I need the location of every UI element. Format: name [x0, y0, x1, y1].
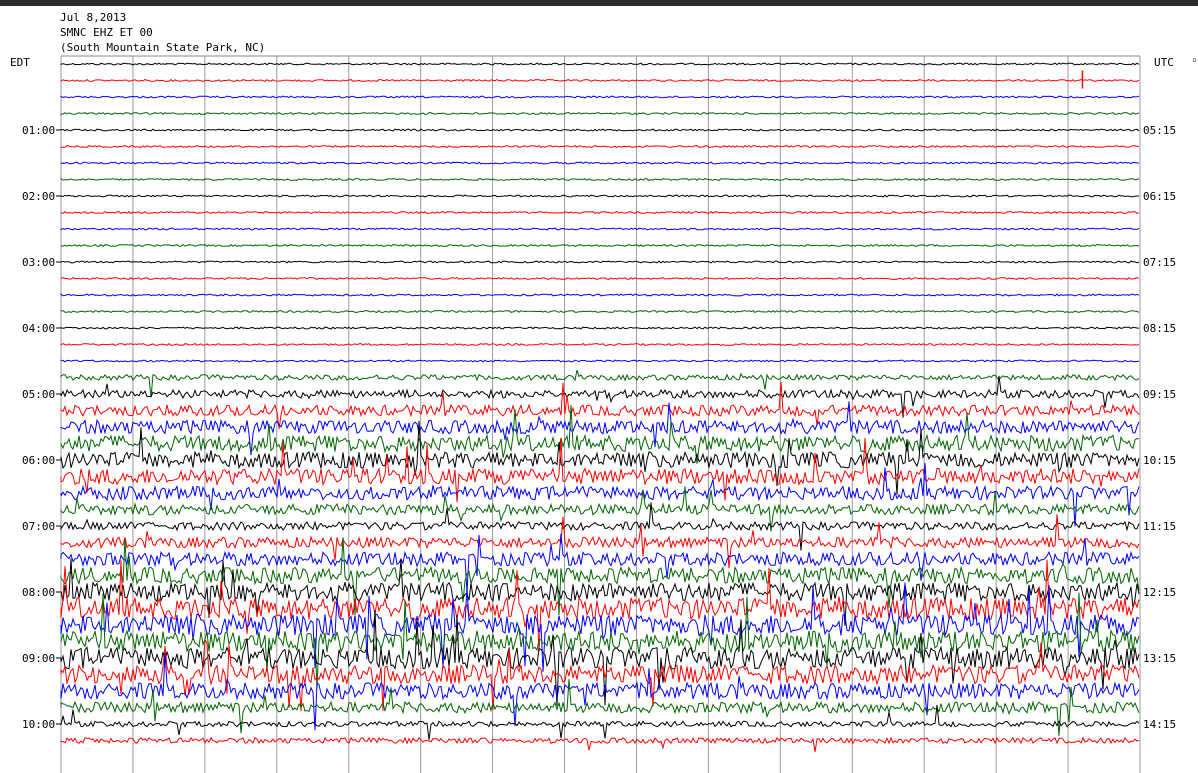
- trace-row: [60, 293, 1140, 297]
- left-tick-label: 05:00: [22, 388, 55, 401]
- trace-row: [60, 309, 1140, 314]
- trace-row: [60, 260, 1140, 264]
- right-tick-label: 12:15: [1143, 586, 1176, 599]
- right-tick-label: 08:15: [1143, 322, 1176, 335]
- right-tick-label: 09:15: [1143, 388, 1176, 401]
- left-axis-title: EDT: [10, 56, 30, 69]
- right-edge-marker: ▫: [1192, 55, 1197, 64]
- trace-row: [60, 78, 1140, 83]
- right-tick-label: 06:15: [1143, 190, 1176, 203]
- trace-row: [60, 111, 1140, 116]
- seismic-traces: [60, 62, 1140, 753]
- helicorder-plot: EDT UTC ▫ 01:00 02:00 03:00 04:00 05:00 06:00…: [10, 55, 1197, 773]
- left-tick-label: 02:00: [22, 190, 55, 203]
- trace-row: [60, 381, 1140, 430]
- left-tick-label: 09:00: [22, 652, 55, 665]
- trace-row: [60, 161, 1140, 165]
- trace-row: [60, 144, 1140, 149]
- right-tick-label: 10:15: [1143, 454, 1176, 467]
- trace-row: [60, 342, 1140, 347]
- trace-row: [60, 276, 1140, 281]
- left-tick-label: 07:00: [22, 520, 55, 533]
- trace-row: [60, 326, 1140, 330]
- left-tick-label: 01:00: [22, 124, 55, 137]
- trace-row: [60, 653, 1140, 731]
- trace-row: [60, 177, 1140, 182]
- trace-row: [60, 227, 1140, 231]
- trace-row: [60, 404, 1140, 464]
- right-axis-title: UTC: [1154, 56, 1174, 69]
- left-tick-label: 08:00: [22, 586, 55, 599]
- right-tick-label: 11:15: [1143, 520, 1176, 533]
- left-tick-label: 10:00: [22, 718, 55, 731]
- trace-row: [60, 736, 1140, 753]
- trace-row: [60, 194, 1140, 198]
- right-tick-label: 14:15: [1143, 718, 1176, 731]
- trace-row: [60, 62, 1140, 66]
- left-tick-label: 06:00: [22, 454, 55, 467]
- trace-row: [60, 679, 1140, 736]
- right-tick-label: 07:15: [1143, 256, 1176, 269]
- trace-row: [60, 128, 1140, 132]
- trace-row: [60, 210, 1140, 215]
- trace-row: [60, 95, 1140, 99]
- trace-row: [60, 359, 1140, 363]
- left-tick-label: 04:00: [22, 322, 55, 335]
- right-tick-label: 05:15: [1143, 124, 1176, 137]
- left-tick-label: 03:00: [22, 256, 55, 269]
- trace-row: [60, 243, 1140, 248]
- right-tick-label: 13:15: [1143, 652, 1176, 665]
- trace-row: [60, 704, 1140, 740]
